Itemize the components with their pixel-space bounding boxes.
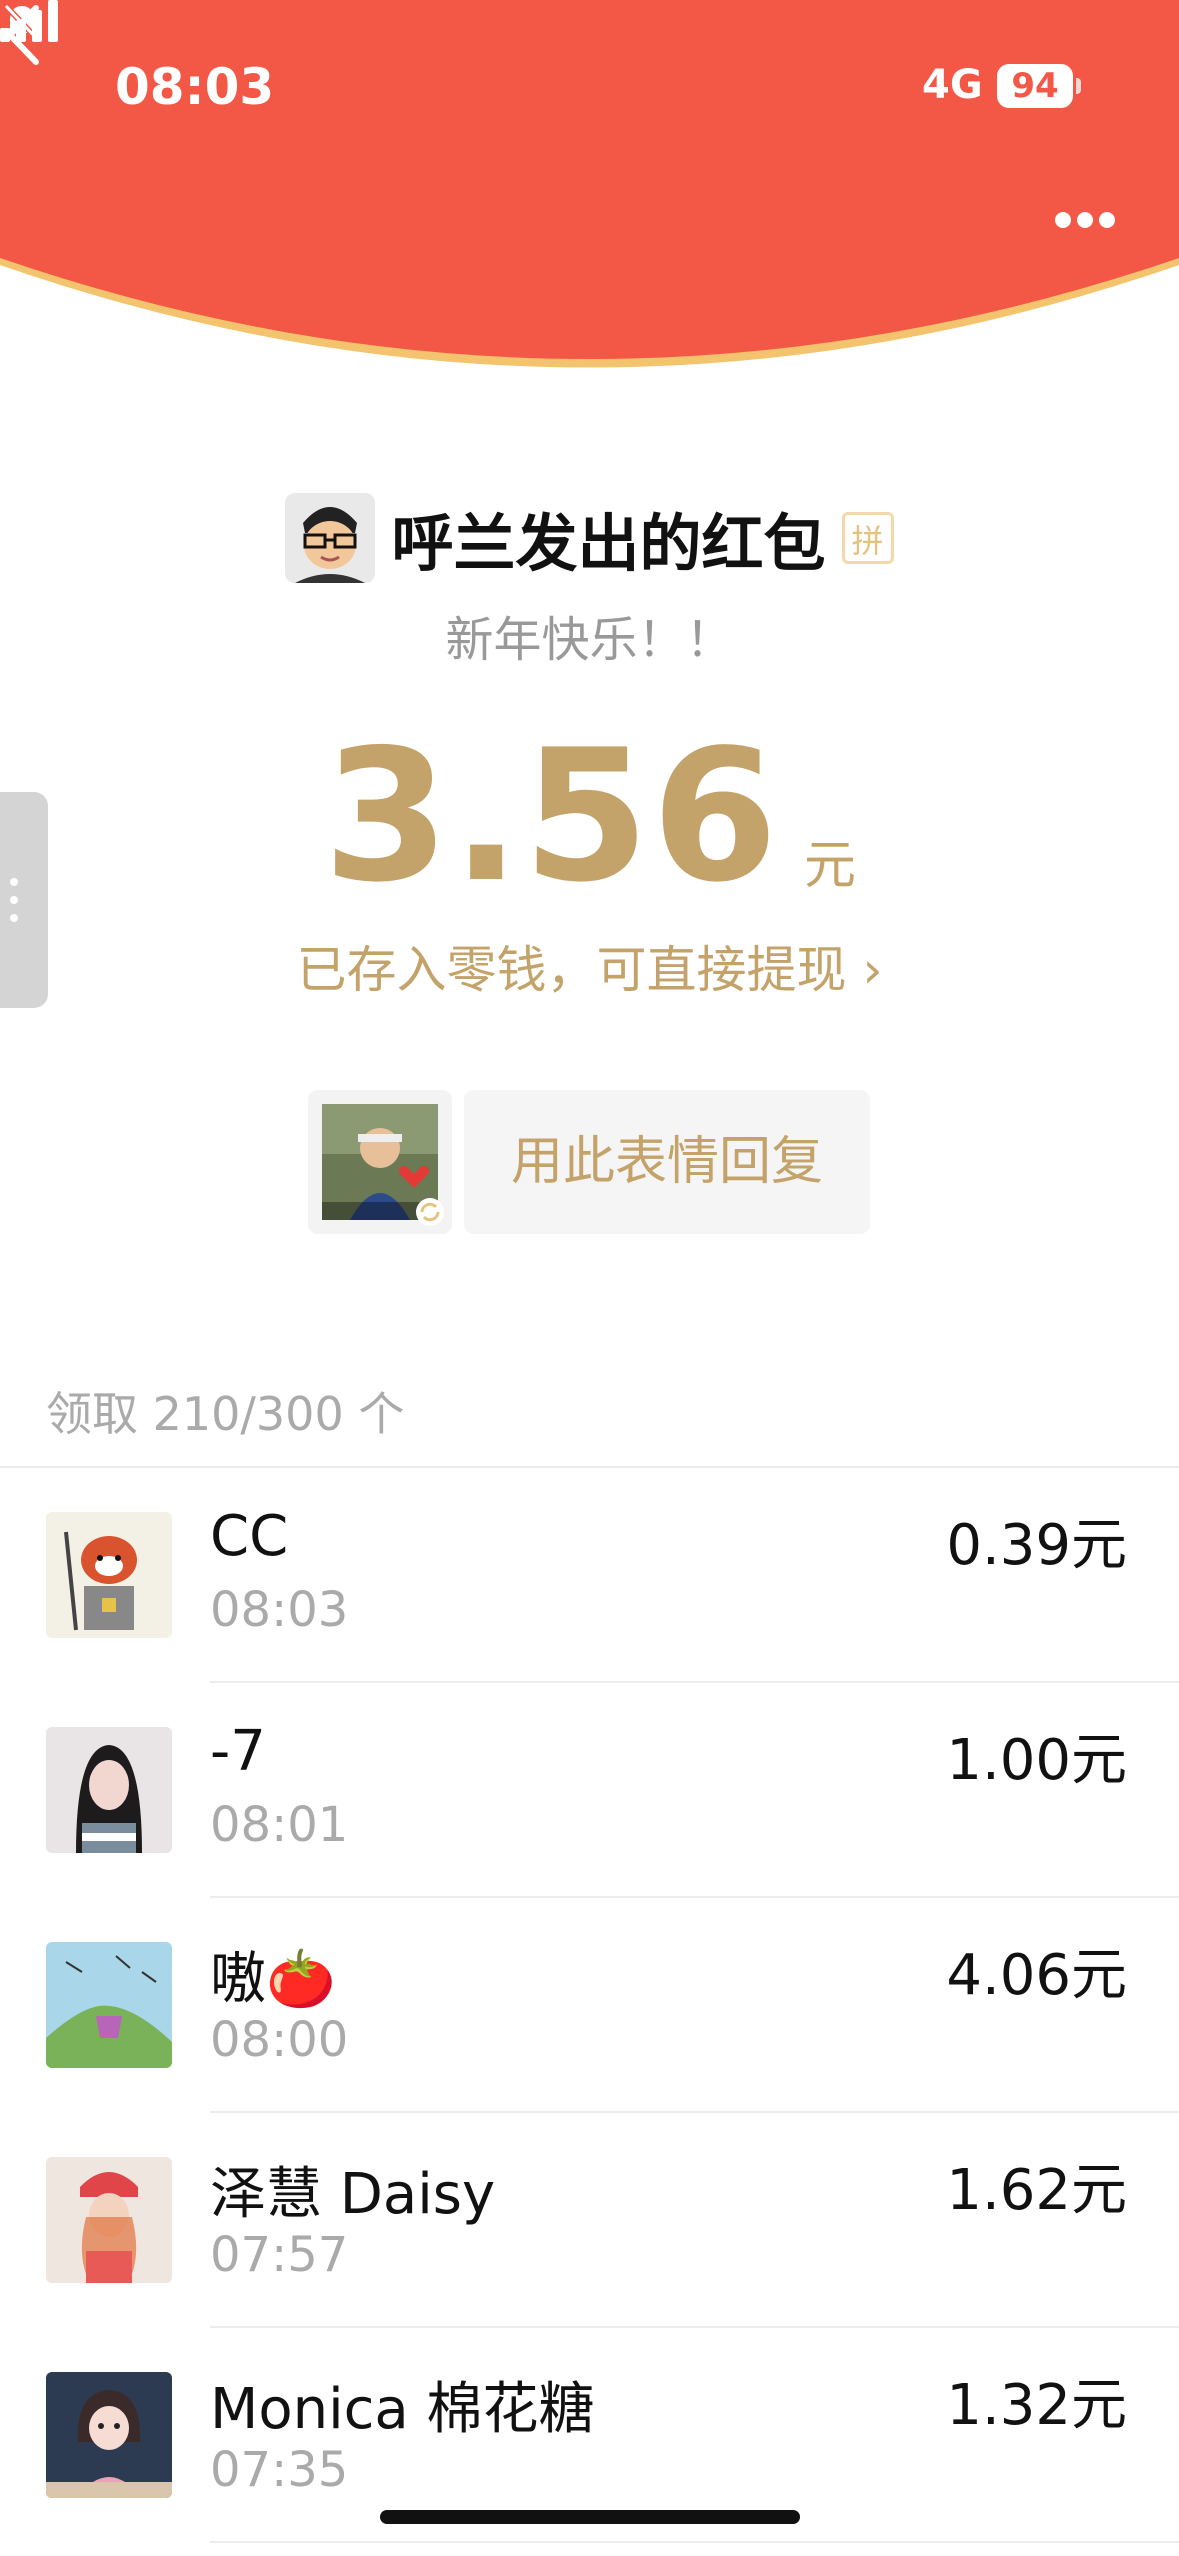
recipient-name: 嗷🍅 bbox=[210, 1947, 336, 2012]
reply-with-sticker-button[interactable]: 用此表情回复 bbox=[464, 1090, 870, 1234]
recipient-name: 泽慧 Daisy bbox=[210, 2162, 496, 2227]
recipient-time: 08:01 bbox=[210, 1797, 349, 1853]
list-item[interactable]: 嗷🍅 08:00 4.06元 bbox=[0, 1898, 1179, 2113]
recipient-name: CC bbox=[210, 1504, 289, 1569]
sender-title: 呼兰发出的红包 bbox=[391, 507, 826, 580]
recipient-time: 07:57 bbox=[210, 2227, 349, 2283]
recipient-list: CC 08:03 0.39元 -7 08:01 1.00元 嗷🍅 08:00 4… bbox=[0, 1468, 1179, 2543]
recipient-time: 08:03 bbox=[210, 1582, 349, 1638]
home-indicator[interactable] bbox=[380, 2510, 800, 2524]
recipient-amount: 4.06元 bbox=[946, 1943, 1127, 2008]
more-options-icon[interactable] bbox=[1055, 212, 1125, 236]
avatar[interactable] bbox=[46, 1942, 172, 2068]
recipient-name: -7 bbox=[210, 1719, 266, 1784]
avatar[interactable] bbox=[46, 1727, 172, 1853]
recipient-time: 07:35 bbox=[210, 2442, 349, 2498]
list-item[interactable]: 泽慧 Daisy 07:57 1.62元 bbox=[0, 2113, 1179, 2328]
group-pin-badge: 拼 bbox=[841, 512, 894, 564]
avatar[interactable] bbox=[46, 1512, 172, 1638]
status-time: 08:03 bbox=[115, 58, 275, 116]
sticker-thumbnail[interactable] bbox=[308, 1090, 452, 1234]
side-drawer-handle[interactable] bbox=[0, 792, 48, 1008]
wish-message: 新年快乐！！ bbox=[445, 612, 734, 668]
list-item[interactable]: -7 08:01 1.00元 bbox=[0, 1683, 1179, 1898]
recipient-name: Monica 棉花糖 bbox=[210, 2377, 595, 2442]
avatar[interactable] bbox=[46, 2372, 172, 2498]
divider bbox=[210, 2541, 1179, 2543]
battery-tip bbox=[1076, 78, 1081, 94]
sender-avatar[interactable] bbox=[285, 493, 376, 583]
red-envelope-header: 08:03 4G 94 bbox=[0, 0, 1179, 390]
recipient-amount: 0.39元 bbox=[946, 1513, 1127, 1578]
sticker-image bbox=[322, 1104, 444, 1226]
back-arrow-icon[interactable] bbox=[0, 0, 50, 70]
amount-unit: 元 bbox=[804, 836, 857, 896]
sender-row: 呼兰发出的红包 拼 bbox=[0, 488, 1179, 588]
recipient-amount: 1.62元 bbox=[946, 2158, 1127, 2223]
amount-value: 3.56 bbox=[322, 710, 781, 922]
recipient-amount: 1.32元 bbox=[946, 2373, 1127, 2438]
network-label: 4G bbox=[922, 62, 983, 108]
saved-to-wallet-link[interactable]: 已存入零钱，可直接提现 › bbox=[0, 930, 1179, 1002]
recipient-time: 08:00 bbox=[210, 2012, 349, 2068]
received-count: 领取 210/300 个 bbox=[46, 1387, 405, 1441]
avatar[interactable] bbox=[46, 2157, 172, 2283]
amount-row: 3.56 元 bbox=[0, 710, 1179, 922]
list-item[interactable]: CC 08:03 0.39元 bbox=[0, 1468, 1179, 1683]
battery-indicator: 94 bbox=[997, 64, 1073, 108]
recipient-amount: 1.00元 bbox=[946, 1728, 1127, 1793]
